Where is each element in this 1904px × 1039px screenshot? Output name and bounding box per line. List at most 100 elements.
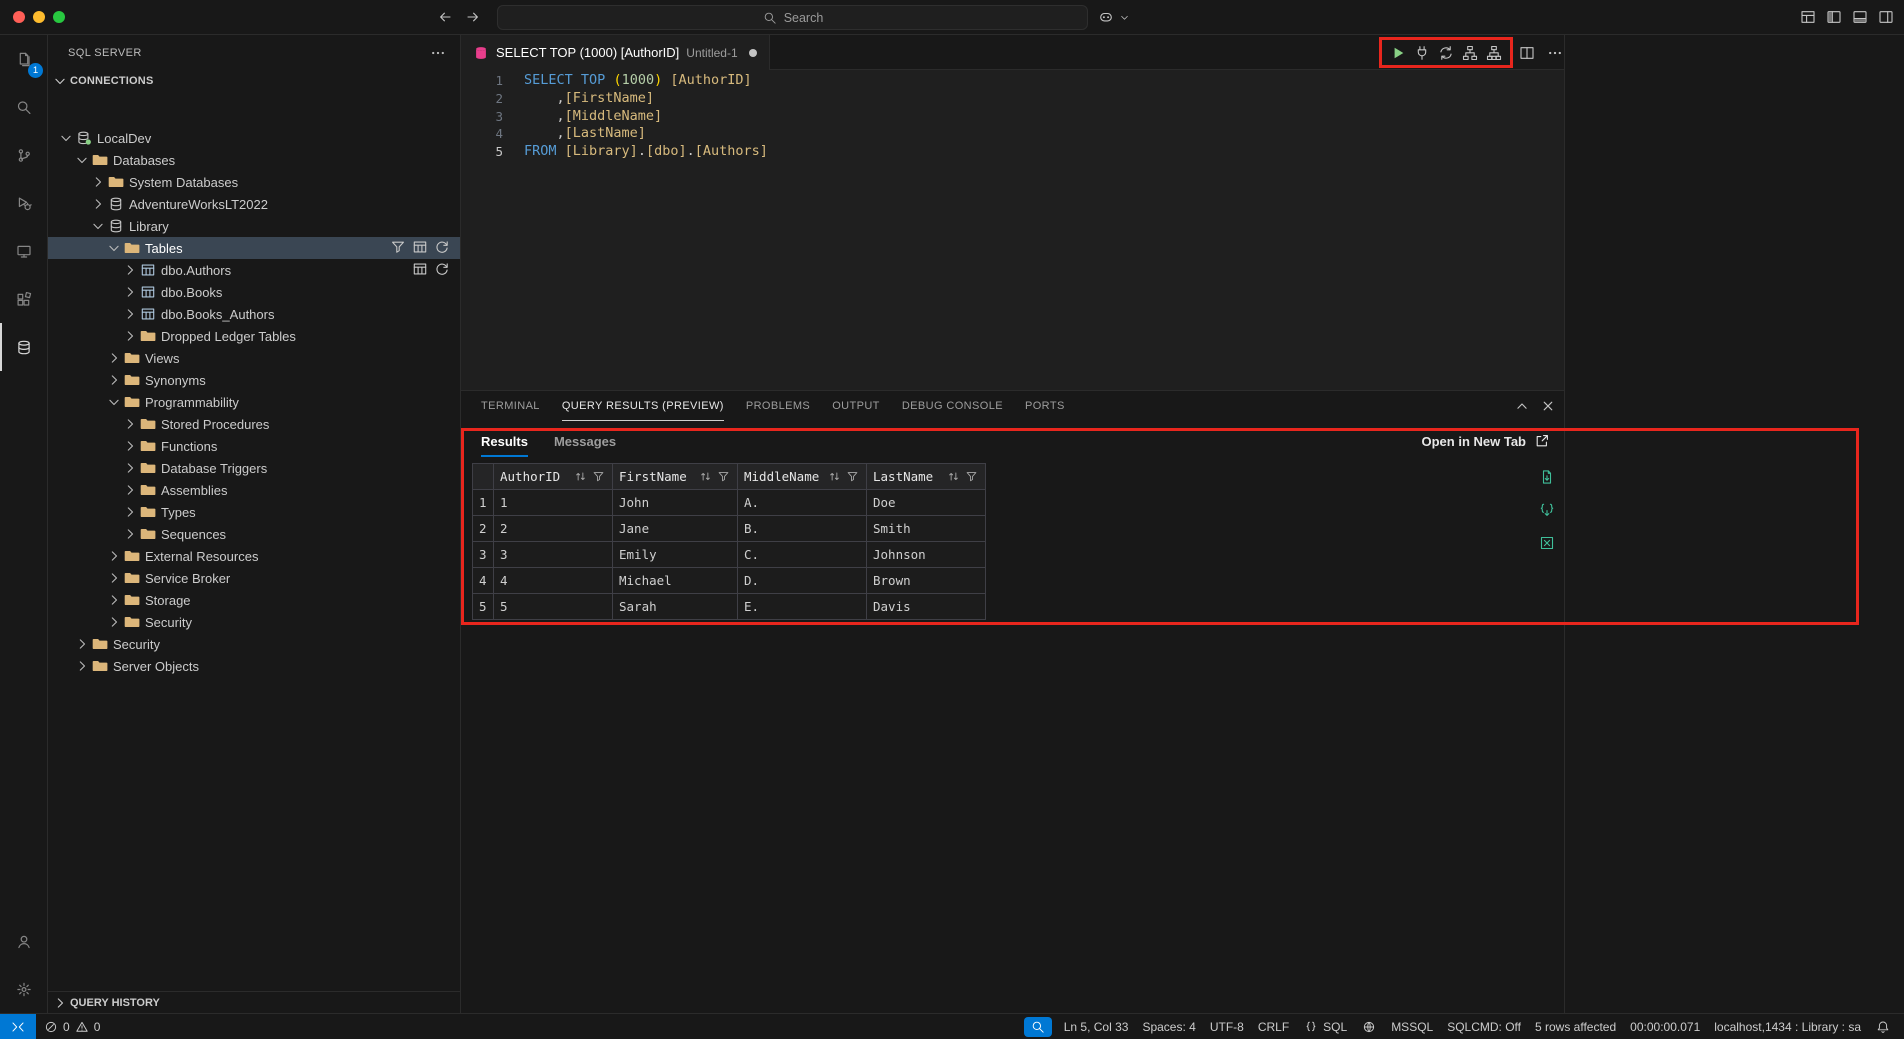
column-sort-filter[interactable] xyxy=(945,469,979,485)
copilot-menu[interactable] xyxy=(1098,9,1132,25)
save-as-csv-button[interactable] xyxy=(1539,469,1555,488)
grid-cell[interactable]: 5 xyxy=(494,594,613,620)
layout-sidebar-left-button[interactable] xyxy=(1826,9,1842,25)
panel-tab-query-results-preview[interactable]: QUERY RESULTS (PREVIEW) xyxy=(562,391,724,421)
grid-cell[interactable]: 4 xyxy=(494,568,613,594)
more-actions-button[interactable] xyxy=(1547,45,1563,61)
status-language-mode[interactable]: SQL xyxy=(1296,1014,1354,1039)
status-encoding[interactable]: UTF-8 xyxy=(1203,1014,1251,1039)
go-forward-icon[interactable] xyxy=(465,9,481,25)
status-query-time[interactable]: 00:00:00.071 xyxy=(1623,1014,1707,1039)
connections-section-header[interactable]: CONNECTIONS xyxy=(48,70,460,92)
status-zoom-indicator[interactable] xyxy=(1024,1017,1052,1037)
grid-cell[interactable]: Michael xyxy=(613,568,738,594)
status-mssql-provider[interactable]: MSSQL xyxy=(1384,1014,1440,1039)
status-sqlcmd[interactable]: SQLCMD: Off xyxy=(1440,1014,1528,1039)
minimize-window-button[interactable] xyxy=(33,11,45,23)
tree-item-dbo-authors[interactable]: dbo.Authors xyxy=(48,259,460,281)
tree-item-views[interactable]: Views xyxy=(48,347,460,369)
grid-cell[interactable]: Johnson xyxy=(867,542,986,568)
status-feedback[interactable] xyxy=(1354,1014,1384,1039)
tree-item-security[interactable]: Security xyxy=(48,611,460,633)
grid-column-header-authorid[interactable]: AuthorID xyxy=(494,464,613,490)
column-sort-filter[interactable] xyxy=(697,469,731,485)
save-as-json-button[interactable] xyxy=(1539,502,1555,521)
refresh-action[interactable] xyxy=(434,239,450,258)
status-notifications[interactable] xyxy=(1868,1014,1898,1039)
split-editor-button[interactable] xyxy=(1519,45,1535,61)
grid-column-header-middlename[interactable]: MiddleName xyxy=(738,464,867,490)
row-number-cell[interactable]: 4 xyxy=(473,568,494,594)
editor-tab[interactable]: SELECT TOP (1000) [AuthorID] Untitled-1 xyxy=(461,35,770,70)
grid-cell[interactable]: Brown xyxy=(867,568,986,594)
activitybar-explorer[interactable]: 1 xyxy=(0,35,48,83)
grid-cell[interactable]: Sarah xyxy=(613,594,738,620)
column-sort-filter[interactable] xyxy=(572,469,606,485)
tree-item-library[interactable]: Library xyxy=(48,215,460,237)
layout-sidebar-right-button[interactable] xyxy=(1878,9,1894,25)
grid-cell[interactable]: B. xyxy=(738,516,867,542)
grid-cell[interactable]: Doe xyxy=(867,490,986,516)
status-eol[interactable]: CRLF xyxy=(1251,1014,1296,1039)
tree-item-storage[interactable]: Storage xyxy=(48,589,460,611)
estimated-plan-button[interactable] xyxy=(1462,45,1478,61)
grid-cell[interactable]: A. xyxy=(738,490,867,516)
grid-cell[interactable]: D. xyxy=(738,568,867,594)
tree-item-types[interactable]: Types xyxy=(48,501,460,523)
refresh-action[interactable] xyxy=(434,261,450,280)
table-grid-action[interactable] xyxy=(412,261,428,280)
customize-layout-button[interactable] xyxy=(1800,9,1816,25)
panel-tab-debug-console[interactable]: DEBUG CONSOLE xyxy=(902,391,1003,421)
tree-item-stored-procedures[interactable]: Stored Procedures xyxy=(48,413,460,435)
modified-indicator[interactable] xyxy=(749,49,757,57)
code-line-2[interactable]: 2 ,[FirstName] xyxy=(461,90,1564,108)
filter-action[interactable] xyxy=(390,239,406,258)
save-as-excel-button[interactable] xyxy=(1539,535,1555,554)
go-back-icon[interactable] xyxy=(437,9,453,25)
results-view-tab-results[interactable]: Results xyxy=(481,425,528,457)
grid-cell[interactable]: Davis xyxy=(867,594,986,620)
code-line-5[interactable]: 5FROM [Library].[dbo].[Authors] xyxy=(461,143,1564,161)
activitybar-sql-server[interactable] xyxy=(0,323,48,371)
tree-item-external-resources[interactable]: External Resources xyxy=(48,545,460,567)
row-number-cell[interactable]: 3 xyxy=(473,542,494,568)
tree-item-dropped-ledger-tables[interactable]: Dropped Ledger Tables xyxy=(48,325,460,347)
connect-button[interactable] xyxy=(1414,45,1430,61)
status-cursor-position[interactable]: Ln 5, Col 33 xyxy=(1057,1014,1136,1039)
row-number-cell[interactable]: 1 xyxy=(473,490,494,516)
activitybar-run-and-debug[interactable] xyxy=(0,179,48,227)
tree-item-functions[interactable]: Functions xyxy=(48,435,460,457)
problems-status[interactable]: 0 0 xyxy=(36,1014,107,1039)
tree-item-localdev[interactable]: LocalDev xyxy=(48,127,460,149)
command-center-search[interactable]: Search xyxy=(497,5,1088,30)
tree-item-dbo-books[interactable]: dbo.Books xyxy=(48,281,460,303)
tree-item-service-broker[interactable]: Service Broker xyxy=(48,567,460,589)
panel-tab-ports[interactable]: PORTS xyxy=(1025,391,1065,421)
tree-item-assemblies[interactable]: Assemblies xyxy=(48,479,460,501)
activitybar-settings[interactable] xyxy=(0,965,48,1013)
grid-cell[interactable]: C. xyxy=(738,542,867,568)
tree-item-server-objects[interactable]: Server Objects xyxy=(48,655,460,677)
remote-indicator[interactable] xyxy=(0,1014,36,1039)
column-sort-filter[interactable] xyxy=(826,469,860,485)
grid-cell[interactable]: E. xyxy=(738,594,867,620)
maximize-panel-button[interactable] xyxy=(1514,398,1530,417)
status-connection[interactable]: localhost,1434 : Library : sa xyxy=(1707,1014,1868,1039)
actual-plan-button[interactable] xyxy=(1486,45,1502,61)
code-line-4[interactable]: 4 ,[LastName] xyxy=(461,125,1564,143)
grid-cell[interactable]: John xyxy=(613,490,738,516)
grid-column-header-firstname[interactable]: FirstName xyxy=(613,464,738,490)
panel-tab-output[interactable]: OUTPUT xyxy=(832,391,880,421)
zoom-window-button[interactable] xyxy=(53,11,65,23)
open-in-new-tab-button[interactable]: Open in New Tab xyxy=(1422,425,1551,457)
run-query-button[interactable] xyxy=(1390,45,1406,61)
grid-column-header-lastname[interactable]: LastName xyxy=(867,464,986,490)
row-number-cell[interactable]: 5 xyxy=(473,594,494,620)
tree-item-databases[interactable]: Databases xyxy=(48,149,460,171)
panel-tab-terminal[interactable]: TERMINAL xyxy=(481,391,540,421)
table-grid-action[interactable] xyxy=(412,239,428,258)
grid-corner-cell[interactable] xyxy=(473,464,494,490)
change-connection-button[interactable] xyxy=(1438,45,1454,61)
activitybar-remote-explorer[interactable] xyxy=(0,227,48,275)
grid-cell[interactable]: 3 xyxy=(494,542,613,568)
